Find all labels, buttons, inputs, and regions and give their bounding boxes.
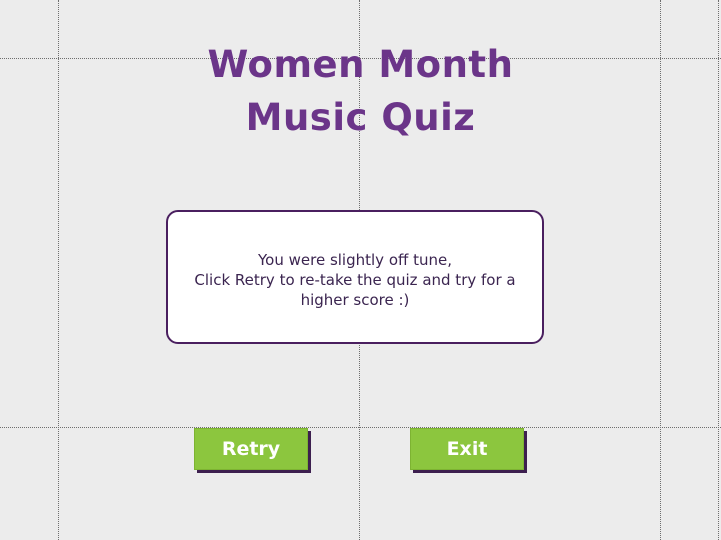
- result-message: You were slightly off tune, Click Retry …: [186, 250, 524, 310]
- quiz-title-line-2: Music Quiz: [245, 96, 476, 139]
- retry-button[interactable]: Retry: [194, 428, 308, 470]
- guide-line-horizontal: [0, 427, 721, 428]
- result-message-line-1: You were slightly off tune,: [258, 251, 452, 269]
- quiz-title-line-1: Women Month: [207, 43, 514, 86]
- result-message-line-3: higher score :): [300, 291, 410, 309]
- exit-button[interactable]: Exit: [410, 428, 524, 470]
- result-message-line-2: Click Retry to re-take the quiz and try …: [194, 271, 516, 289]
- result-message-box: You were slightly off tune, Click Retry …: [166, 210, 544, 344]
